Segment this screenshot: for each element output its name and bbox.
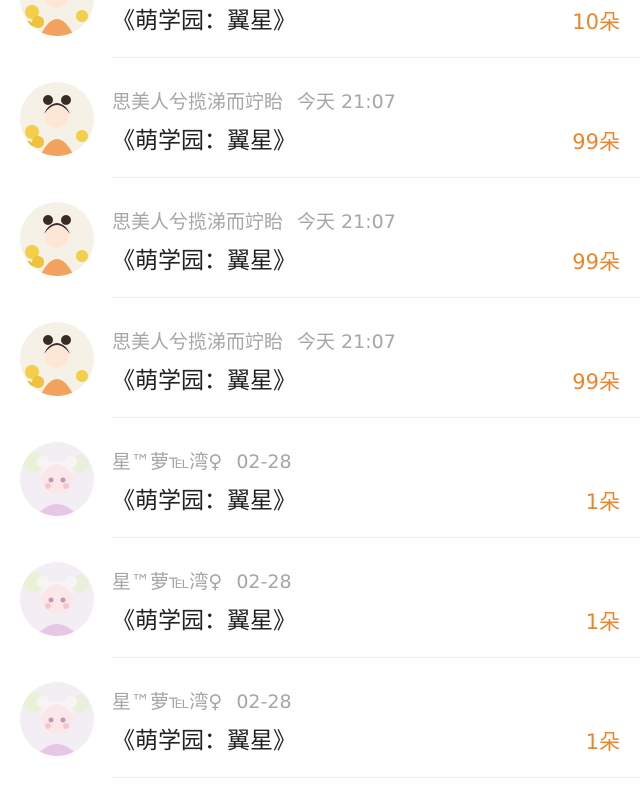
list-item[interactable]: 星™萝℡湾♀ 02-28 《萌学园：翼星》 1朵	[0, 418, 640, 538]
item-title[interactable]: 《萌学园：翼星》	[112, 726, 296, 756]
doll-pink-avatar[interactable]	[20, 682, 94, 756]
item-title[interactable]: 《萌学园：翼星》	[112, 126, 296, 156]
flower-count: 1朵	[585, 490, 620, 514]
divider	[112, 777, 640, 778]
list-item[interactable]: 星™萝℡湾♀ 02-28 《萌学园：翼星》 1朵	[0, 658, 640, 778]
item-meta: 星™萝℡湾♀ 02-28	[112, 450, 292, 474]
item-time: 今天 21:07	[297, 211, 396, 233]
item-time: 02-28	[236, 571, 292, 593]
girl-flowers-avatar[interactable]	[20, 202, 94, 276]
item-title[interactable]: 《萌学园：翼星》	[112, 6, 296, 36]
item-time: 02-28	[236, 691, 292, 713]
item-meta: 思美人兮揽涕而竚眙 今天 21:07	[112, 330, 396, 354]
item-title[interactable]: 《萌学园：翼星》	[112, 606, 296, 636]
item-title[interactable]: 《萌学园：翼星》	[112, 246, 296, 276]
user-name[interactable]: 思美人兮揽涕而竚眙	[112, 91, 283, 113]
flower-count: 1朵	[585, 610, 620, 634]
item-time: 今天 21:07	[297, 91, 396, 113]
item-meta: 星™萝℡湾♀ 02-28	[112, 690, 292, 714]
user-name[interactable]: 星™萝℡湾♀	[112, 691, 222, 713]
list-item[interactable]: 《萌学园：翼星》 10朵	[0, 0, 640, 58]
item-time: 02-28	[236, 451, 292, 473]
flower-count: 99朵	[572, 130, 620, 154]
doll-pink-avatar[interactable]	[20, 562, 94, 636]
flower-count: 10朵	[572, 10, 620, 34]
girl-flowers-avatar[interactable]	[20, 82, 94, 156]
item-time: 今天 21:07	[297, 331, 396, 353]
list-item[interactable]: 思美人兮揽涕而竚眙 今天 21:07 《萌学园：翼星》 99朵	[0, 178, 640, 298]
girl-flowers-avatar[interactable]	[20, 0, 94, 36]
user-name[interactable]: 思美人兮揽涕而竚眙	[112, 211, 283, 233]
item-meta: 思美人兮揽涕而竚眙 今天 21:07	[112, 210, 396, 234]
list-item[interactable]: 星™萝℡湾♀ 02-28 《萌学园：翼星》 1朵	[0, 538, 640, 658]
item-title[interactable]: 《萌学园：翼星》	[112, 486, 296, 516]
item-meta: 思美人兮揽涕而竚眙 今天 21:07	[112, 90, 396, 114]
gift-list: 《萌学园：翼星》 10朵 思美人兮揽涕而竚眙 今天 21:07 《萌学园：翼星》 …	[0, 0, 640, 778]
flower-count: 1朵	[585, 730, 620, 754]
user-name[interactable]: 星™萝℡湾♀	[112, 451, 222, 473]
list-item[interactable]: 思美人兮揽涕而竚眙 今天 21:07 《萌学园：翼星》 99朵	[0, 298, 640, 418]
list-item[interactable]: 思美人兮揽涕而竚眙 今天 21:07 《萌学园：翼星》 99朵	[0, 58, 640, 178]
girl-flowers-avatar[interactable]	[20, 322, 94, 396]
user-name[interactable]: 星™萝℡湾♀	[112, 571, 222, 593]
user-name[interactable]: 思美人兮揽涕而竚眙	[112, 331, 283, 353]
item-meta: 星™萝℡湾♀ 02-28	[112, 570, 292, 594]
doll-pink-avatar[interactable]	[20, 442, 94, 516]
item-title[interactable]: 《萌学园：翼星》	[112, 366, 296, 396]
flower-count: 99朵	[572, 250, 620, 274]
flower-count: 99朵	[572, 370, 620, 394]
